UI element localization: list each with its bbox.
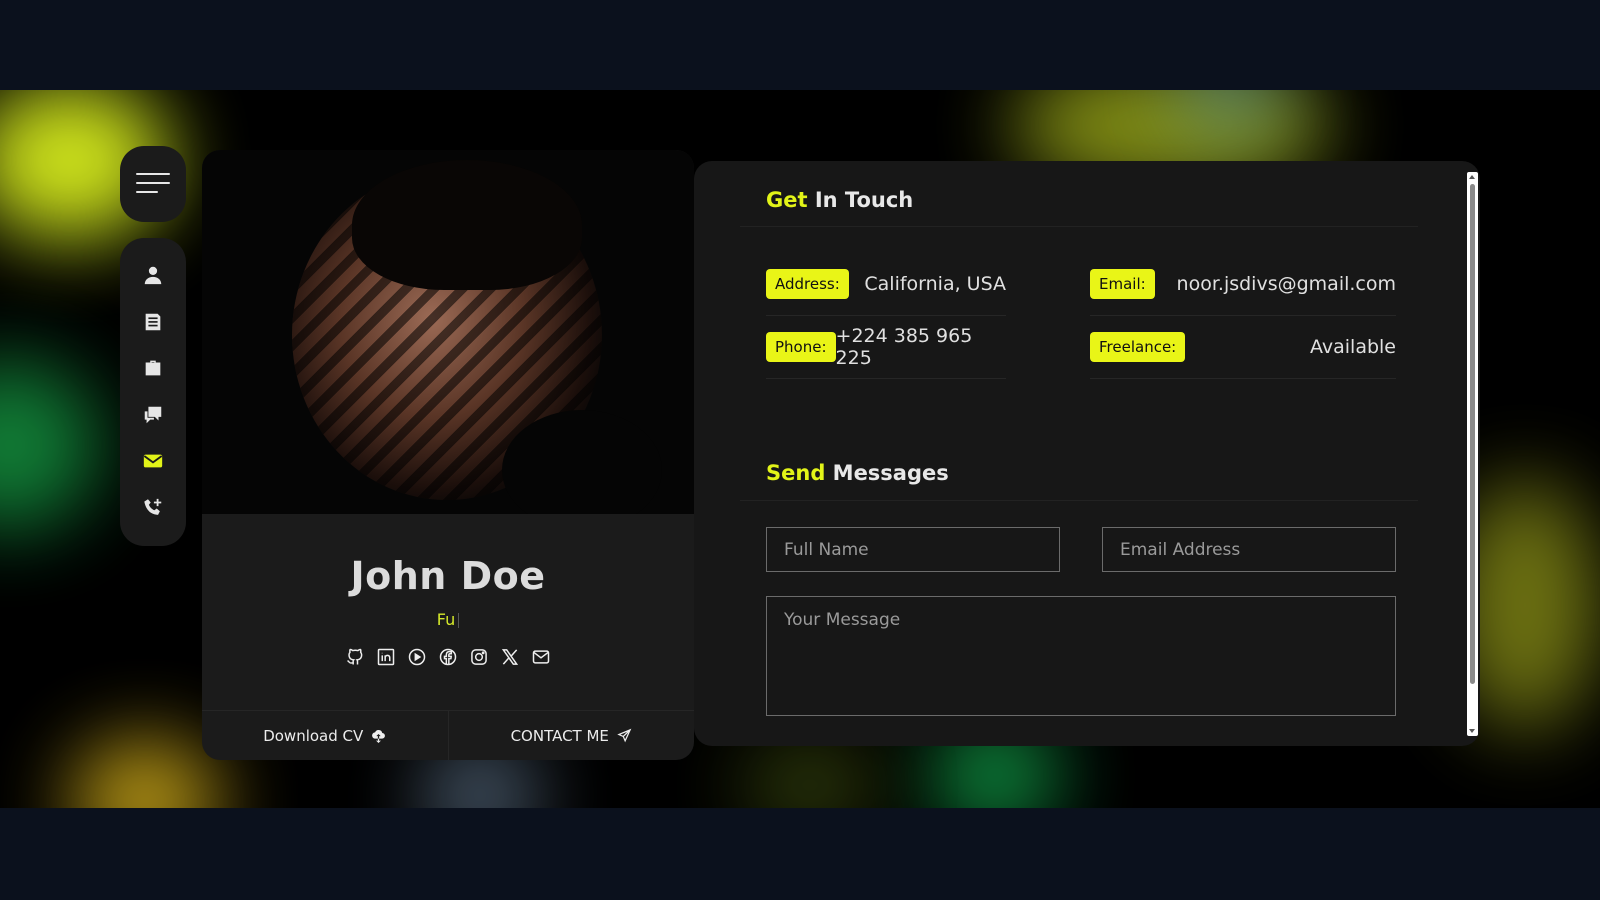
profile-photo <box>202 150 694 514</box>
side-nav <box>120 238 186 546</box>
scroll-down-arrow-icon[interactable] <box>1469 729 1475 733</box>
scroll-thumb[interactable] <box>1470 184 1475 684</box>
nav-item-about[interactable] <box>120 252 186 299</box>
nav-item-call[interactable] <box>120 485 186 532</box>
full-name-input[interactable] <box>766 527 1060 572</box>
download-cv-button[interactable]: Download CV <box>202 711 448 760</box>
profile-card: John Doe Fu Download CV CONTACT ME <box>202 150 694 760</box>
phone-icon <box>144 498 162 515</box>
section-divider <box>740 500 1418 501</box>
briefcase-icon <box>145 360 161 376</box>
send-messages-title: Send Messages <box>750 457 949 491</box>
phone-value[interactable]: +224 385 965 225 <box>836 325 1006 369</box>
resume-icon <box>145 313 161 330</box>
mail-icon <box>532 650 550 664</box>
contact-me-label: CONTACT ME <box>510 726 609 745</box>
freelance-value: Available <box>1309 335 1396 358</box>
instagram-link[interactable] <box>468 646 490 668</box>
play-icon <box>408 648 426 666</box>
x-link[interactable] <box>499 646 521 668</box>
contact-panel: Get In Touch Address: California, USA Em… <box>694 161 1480 746</box>
glow-blob <box>740 740 880 808</box>
cloud-download-icon <box>372 729 386 743</box>
section-divider <box>740 226 1418 227</box>
menu-toggle-button[interactable] <box>120 146 186 222</box>
nav-item-contact[interactable] <box>120 438 186 485</box>
send-icon <box>617 728 632 743</box>
play-link[interactable] <box>406 646 428 668</box>
facebook-icon <box>439 648 457 666</box>
freelance-label: Freelance: <box>1090 331 1186 362</box>
address-label: Address: <box>766 268 849 299</box>
email-row: Email: noor.jsdivs@gmail.com <box>1090 252 1396 316</box>
nav-item-testimonials[interactable] <box>120 392 186 439</box>
email-label: Email: <box>1090 268 1155 299</box>
get-in-touch-title: Get In Touch <box>750 184 913 218</box>
glow-blob <box>70 740 220 808</box>
profile-actions: Download CV CONTACT ME <box>202 710 694 760</box>
message-textarea[interactable] <box>766 596 1396 716</box>
chat-icon <box>144 406 162 423</box>
hamburger-icon <box>136 173 170 195</box>
phone-label: Phone: <box>766 331 836 362</box>
phone-row: Phone: +224 385 965 225 <box>766 315 1006 379</box>
email-link[interactable] <box>530 646 552 668</box>
user-icon <box>144 267 162 285</box>
address-value: California, USA <box>864 272 1006 295</box>
nav-item-resume[interactable] <box>120 299 186 346</box>
address-row: Address: California, USA <box>766 252 1006 316</box>
download-cv-label: Download CV <box>263 726 364 745</box>
mail-icon <box>143 454 163 468</box>
x-icon <box>501 649 519 665</box>
contact-me-button[interactable]: CONTACT ME <box>447 711 695 760</box>
instagram-icon <box>471 649 487 665</box>
github-link[interactable] <box>344 646 366 668</box>
linkedin-link[interactable] <box>375 646 397 668</box>
profile-role-typing: Fu <box>202 610 694 629</box>
social-links <box>202 646 694 668</box>
typing-cursor <box>458 613 460 628</box>
glow-blob <box>0 360 100 530</box>
linkedin-icon <box>377 648 395 666</box>
email-address-input[interactable] <box>1102 527 1396 572</box>
freelance-row: Freelance: Available <box>1090 315 1396 379</box>
panel-scrollbar[interactable] <box>1467 172 1478 736</box>
facebook-link[interactable] <box>437 646 459 668</box>
profile-name: John Doe <box>350 554 546 598</box>
scroll-up-arrow-icon[interactable] <box>1469 175 1475 179</box>
email-value[interactable]: noor.jsdivs@gmail.com <box>1177 273 1396 295</box>
github-icon <box>347 648 363 665</box>
nav-item-portfolio[interactable] <box>120 345 186 392</box>
